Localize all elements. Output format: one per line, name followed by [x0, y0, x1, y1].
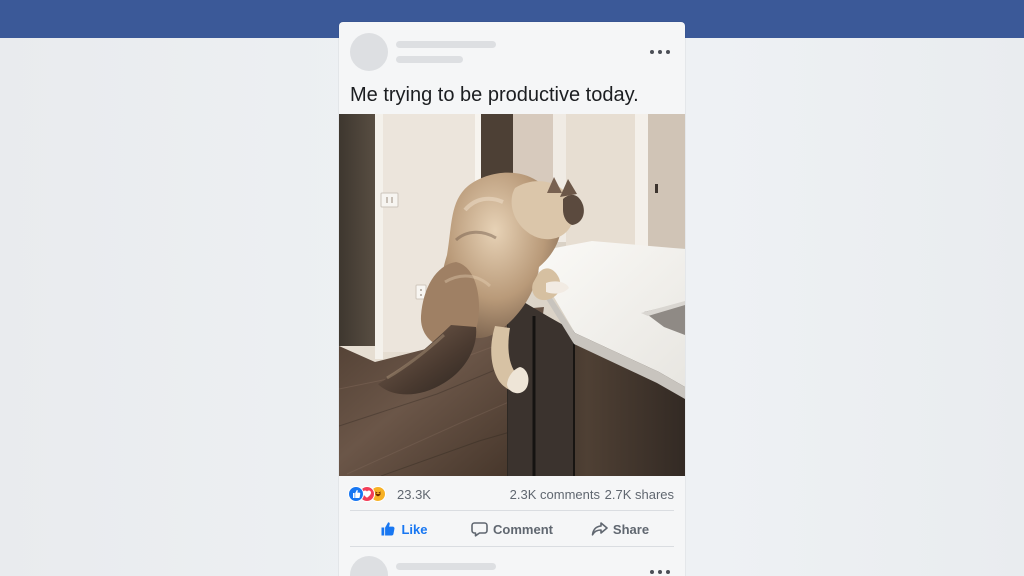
cat-kitchen-photo	[339, 114, 685, 476]
comment-button[interactable]: Comment	[458, 512, 566, 546]
like-reaction-icon	[348, 486, 364, 502]
author-avatar[interactable]	[350, 33, 388, 71]
like-button[interactable]: Like	[350, 512, 458, 546]
share-icon	[591, 522, 608, 536]
share-label: Share	[612, 521, 650, 537]
post-card: Me trying to be productive today. 23.3K …	[339, 22, 685, 576]
actions-divider	[350, 546, 674, 547]
like-icon	[381, 522, 395, 536]
next-more-options-icon[interactable]	[650, 567, 670, 576]
post-actions: Like Comment Share	[339, 512, 685, 546]
share-button[interactable]: Share	[566, 512, 674, 546]
stats-divider	[350, 510, 674, 511]
post-stats: 23.3K 2.3K comments 2.7K shares	[339, 482, 685, 506]
comment-count[interactable]: 2.3K comments	[510, 487, 600, 502]
post-time-placeholder	[396, 56, 463, 63]
comment-icon	[471, 522, 488, 537]
reaction-icons[interactable]	[348, 486, 396, 502]
comment-label: Comment	[493, 521, 553, 537]
reaction-count[interactable]: 23.3K	[397, 487, 431, 502]
author-name-placeholder	[396, 41, 496, 48]
more-options-icon[interactable]	[650, 47, 670, 57]
next-author-avatar[interactable]	[350, 556, 388, 576]
share-count[interactable]: 2.7K shares	[605, 487, 674, 502]
post-caption: Me trying to be productive today.	[350, 84, 639, 106]
post-photo[interactable]	[339, 114, 685, 476]
next-post-preview	[339, 555, 685, 576]
next-author-name-placeholder	[396, 563, 496, 570]
like-label: Like	[401, 521, 428, 537]
